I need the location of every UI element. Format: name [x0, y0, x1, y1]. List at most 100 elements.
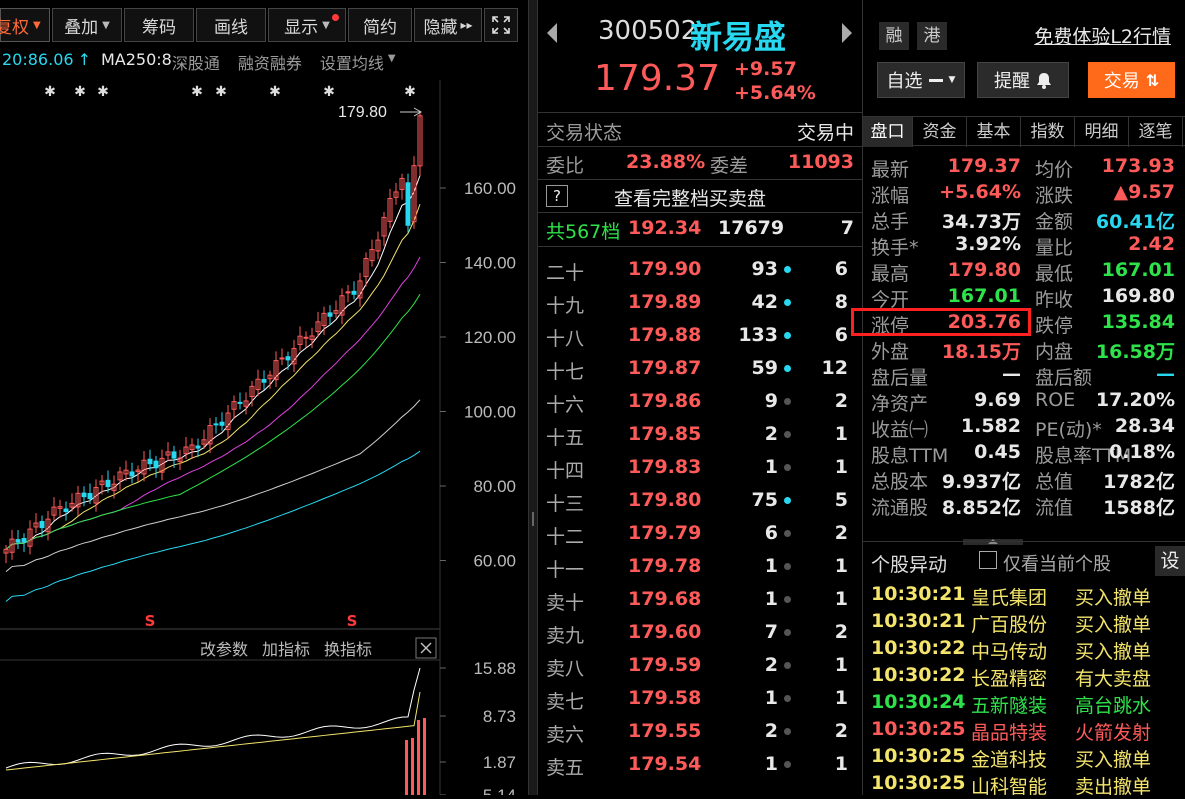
toolbar-simple-button[interactable]: 简约	[348, 8, 412, 42]
orderbook-row[interactable]: 卖六 179.55 2 2	[538, 716, 856, 749]
level-volume: 1	[764, 456, 778, 478]
anomaly-time: 10:30:25	[871, 745, 966, 767]
toolbar-overlay-button[interactable]: 叠加 ▼	[52, 8, 122, 42]
tab-5[interactable]: 逐笔	[1129, 117, 1183, 147]
level-price: 179.59	[628, 654, 702, 676]
orderbook-row[interactable]: 卖九 179.60 7 2	[538, 617, 856, 650]
info-panel: 融 港 免费体验L2行情 自选 ▼ 提醒 交易 ⇅ 盘口 资金 基本 指数 明细 逐笔 最…	[851, 0, 1185, 798]
expand-icon	[492, 16, 510, 34]
info-tabs: 盘口 资金 基本 指数 明细 逐笔	[863, 116, 1185, 147]
level-label: 十五	[546, 427, 585, 449]
anomaly-settings-button[interactable]: 设	[1155, 546, 1185, 576]
level-dot-icon	[784, 728, 791, 735]
panel-splitter[interactable]	[528, 0, 538, 795]
toolbar-fuquan-button[interactable]: 复权 ▼	[0, 8, 50, 42]
level-volume: 75	[751, 489, 778, 511]
star-marker-icon: ✱	[404, 84, 416, 100]
link-set-ma[interactable]: 设置均线	[320, 50, 384, 73]
stat-label-2: 盘后额	[1035, 367, 1093, 389]
tag-margin[interactable]: 融	[879, 22, 909, 50]
anomaly-time: 10:30:21	[871, 583, 966, 605]
tab-0[interactable]: 盘口	[863, 117, 913, 147]
anomaly-row[interactable]: 10:30:25 晶品特装 火箭发射	[863, 718, 1185, 745]
total-count: 7	[840, 217, 854, 239]
tab-4[interactable]: 明细	[1075, 117, 1129, 147]
link-hk-connect[interactable]: 深股通	[172, 50, 220, 73]
help-button[interactable]: ?	[546, 185, 568, 207]
expand-button[interactable]	[484, 8, 518, 42]
tab-3[interactable]: 指数	[1021, 117, 1075, 147]
anomaly-row[interactable]: 10:30:21 广百股份 买入撤单	[863, 610, 1185, 637]
switch-indicator-button[interactable]: 换指标	[324, 636, 372, 660]
orderbook-row[interactable]: 卖五 179.54 1 1	[538, 749, 856, 782]
wb-label: 委比	[546, 155, 585, 177]
edit-params-button[interactable]: 改参数	[200, 636, 248, 660]
toolbar-draw-button[interactable]: 画线	[196, 8, 266, 42]
prev-stock-button[interactable]	[546, 22, 558, 48]
candle-body	[351, 290, 357, 295]
trade-button[interactable]: 交易 ⇅	[1088, 62, 1175, 98]
level-dot-icon	[784, 332, 791, 339]
tab-2[interactable]: 基本	[967, 117, 1021, 147]
level-volume: 1	[764, 753, 778, 775]
stat-value: 9.937亿	[941, 471, 1021, 493]
level-count: 6	[834, 258, 848, 280]
level-label: 十二	[546, 526, 585, 548]
level-count: 8	[834, 291, 848, 313]
kline-chart[interactable]: ✱ ✱ ✱ ✱ ✱ ✱ ✱ ✱ 160.00 140.00 120.00 100.00 80.00 60…	[0, 80, 528, 795]
collapse-toggle[interactable]	[963, 530, 1023, 545]
orderbook-row[interactable]: 卖十 179.68 1 1	[538, 584, 856, 617]
close-indicator-button[interactable]	[415, 637, 437, 659]
candle-body	[237, 401, 243, 404]
close-icon	[420, 642, 432, 654]
orderbook-row[interactable]: 二十 179.90 93 6	[538, 254, 856, 287]
anomaly-row[interactable]: 10:30:21 皇氏集团 买入撤单	[863, 583, 1185, 610]
orderbook-row[interactable]: 卖八 179.59 2 1	[538, 650, 856, 683]
alert-button[interactable]: 提醒	[977, 62, 1069, 98]
anomaly-row[interactable]: 10:30:24 五新隧装 高台跳水	[863, 691, 1185, 718]
level-volume: 6	[764, 522, 778, 544]
s-signal-icon: S	[145, 612, 156, 630]
orderbook-row[interactable]: 十三 179.80 75 5	[538, 485, 856, 518]
next-stock-button[interactable]	[841, 22, 853, 48]
orderbook-row[interactable]: 十四 179.83 1 1	[538, 452, 856, 485]
toolbar-display-button[interactable]: 显示 ▼	[268, 8, 346, 42]
level-label: 十四	[546, 460, 585, 482]
orderbook-row[interactable]: 十七 179.87 59 12	[538, 353, 856, 386]
level-volume: 2	[764, 654, 778, 676]
orderbook-row[interactable]: 十六 179.86 9 2	[538, 386, 856, 419]
anomaly-row[interactable]: 10:30:22 中马传动 买入撤单	[863, 637, 1185, 664]
add-indicator-button[interactable]: 加指标	[262, 636, 310, 660]
level-dot-icon	[784, 299, 791, 306]
tag-hk[interactable]: 港	[917, 22, 947, 50]
current-only-checkbox[interactable]	[979, 551, 997, 569]
toolbar-chips-button[interactable]: 筹码	[124, 8, 194, 42]
stat-label-2: 最低	[1035, 263, 1074, 285]
level-price: 179.88	[628, 324, 702, 346]
orderbook-row[interactable]: 卖七 179.58 1 1	[538, 683, 856, 716]
stat-value: 34.73万	[941, 211, 1021, 233]
level-price: 179.80	[628, 489, 702, 511]
level-label: 卖九	[546, 625, 585, 647]
orderbook-row[interactable]: 十一 179.78 1 1	[538, 551, 856, 584]
toolbar-hide-button[interactable]: 隐藏 ▸▸	[414, 8, 482, 42]
wb-value: 23.88%	[626, 151, 706, 173]
orderbook-row[interactable]: 十二 179.79 6 2	[538, 518, 856, 551]
current-only-label[interactable]: 仅看当前个股	[1003, 550, 1111, 576]
star-marker-icon: ✱	[269, 84, 281, 100]
orderbook-row[interactable]: 十九 179.89 42 8	[538, 287, 856, 320]
tab-1[interactable]: 资金	[913, 117, 967, 147]
orderbook-row[interactable]: 十八 179.88 133 6	[538, 320, 856, 353]
watchlist-button[interactable]: 自选 ▼	[877, 62, 965, 98]
kline-panel[interactable]: 复权 ▼ 叠加 ▼ 筹码 画线 显示 ▼ 简约 隐藏 ▸▸ 20:86.06 ↑ MA2…	[0, 0, 528, 795]
full-depth-link[interactable]: 查看完整档买卖盘	[614, 184, 766, 211]
orderbook-row[interactable]: 十五 179.85 2 1	[538, 419, 856, 452]
anomaly-row[interactable]: 10:30:25 金道科技 买入撤单	[863, 745, 1185, 772]
level-price: 179.68	[628, 588, 702, 610]
link-margin-trading[interactable]: 融资融券	[238, 50, 302, 73]
splitter-handle[interactable]	[532, 512, 534, 526]
anomaly-row[interactable]: 10:30:22 长盈精密 有大卖盘	[863, 664, 1185, 691]
l2-trial-link[interactable]: 免费体验L2行情	[1034, 22, 1171, 49]
candle-body	[63, 508, 69, 512]
level-label: 十一	[546, 559, 585, 581]
